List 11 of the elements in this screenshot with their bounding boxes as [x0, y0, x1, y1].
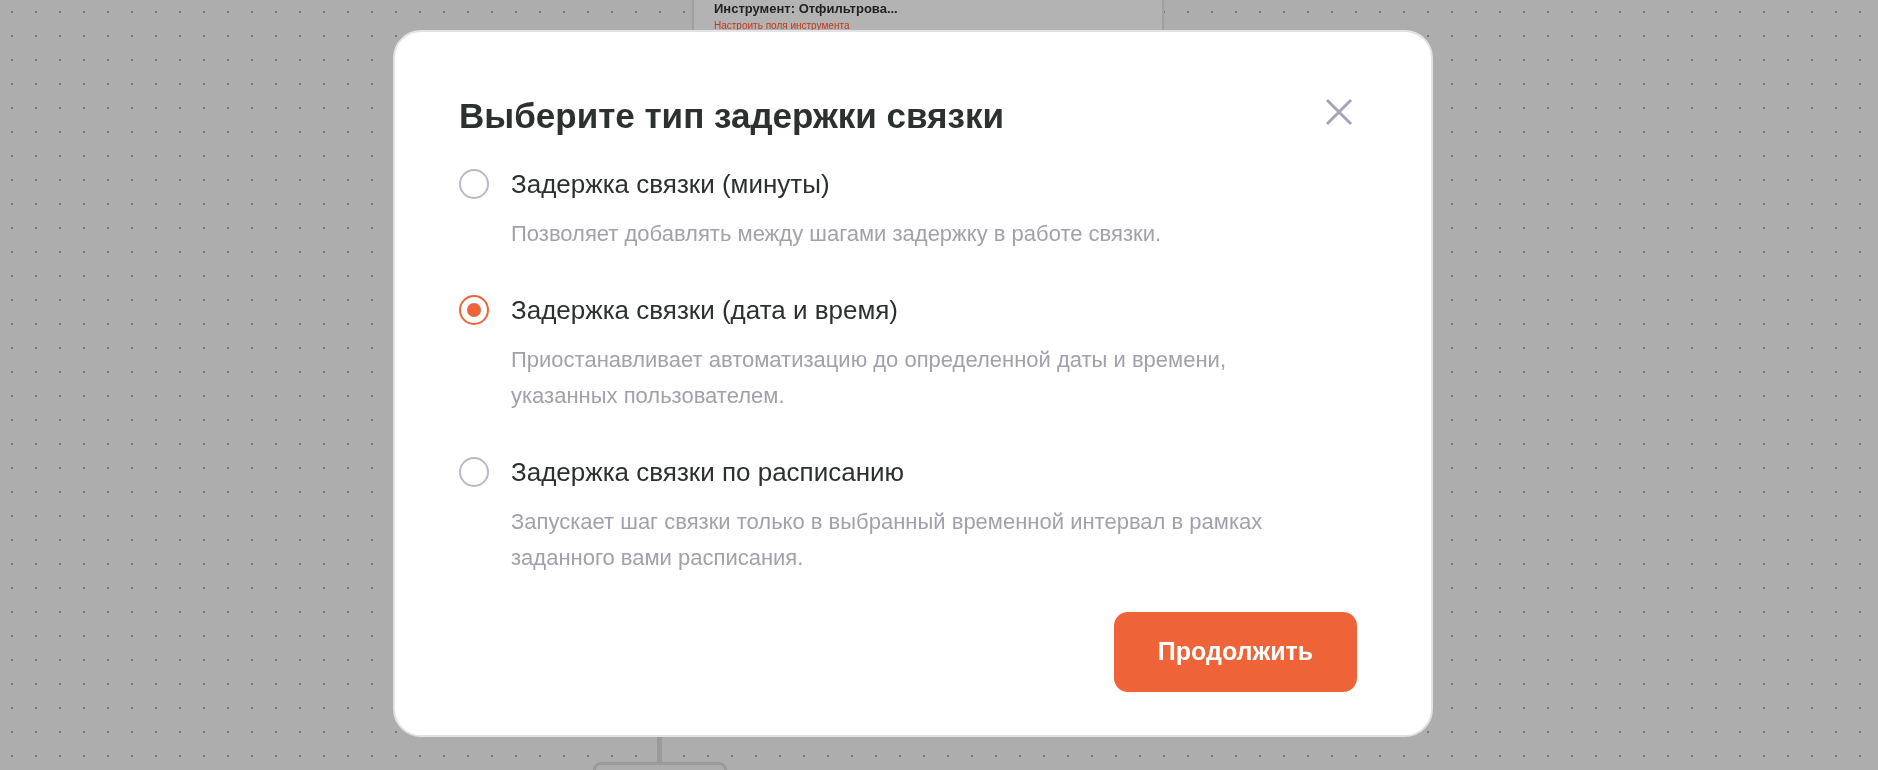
option-label[interactable]: Задержка связки (минуты) — [511, 162, 830, 206]
option-description: Приостанавливает автоматизацию до определенной даты и времени, указанных пользователем. — [511, 346, 1227, 410]
radio-button[interactable] — [459, 457, 489, 487]
option-label[interactable]: Задержка связки (дата и время) — [511, 288, 899, 332]
option-label[interactable]: Задержка связки по расписанию — [511, 450, 905, 494]
dialog-title: Выберите тип задержки связки — [459, 95, 1004, 137]
option-description: Запускает шаг связки только в выбранный временной интервал в рамках заданного вами расписания. — [511, 508, 1264, 572]
radio-button[interactable] — [459, 169, 489, 199]
radio-button[interactable] — [459, 295, 489, 325]
card-title: Инструмент: Отфильтрова... — [714, 1, 898, 17]
option-description: Позволяет добавлять между шагами задержку в работе связки. — [511, 220, 1162, 248]
